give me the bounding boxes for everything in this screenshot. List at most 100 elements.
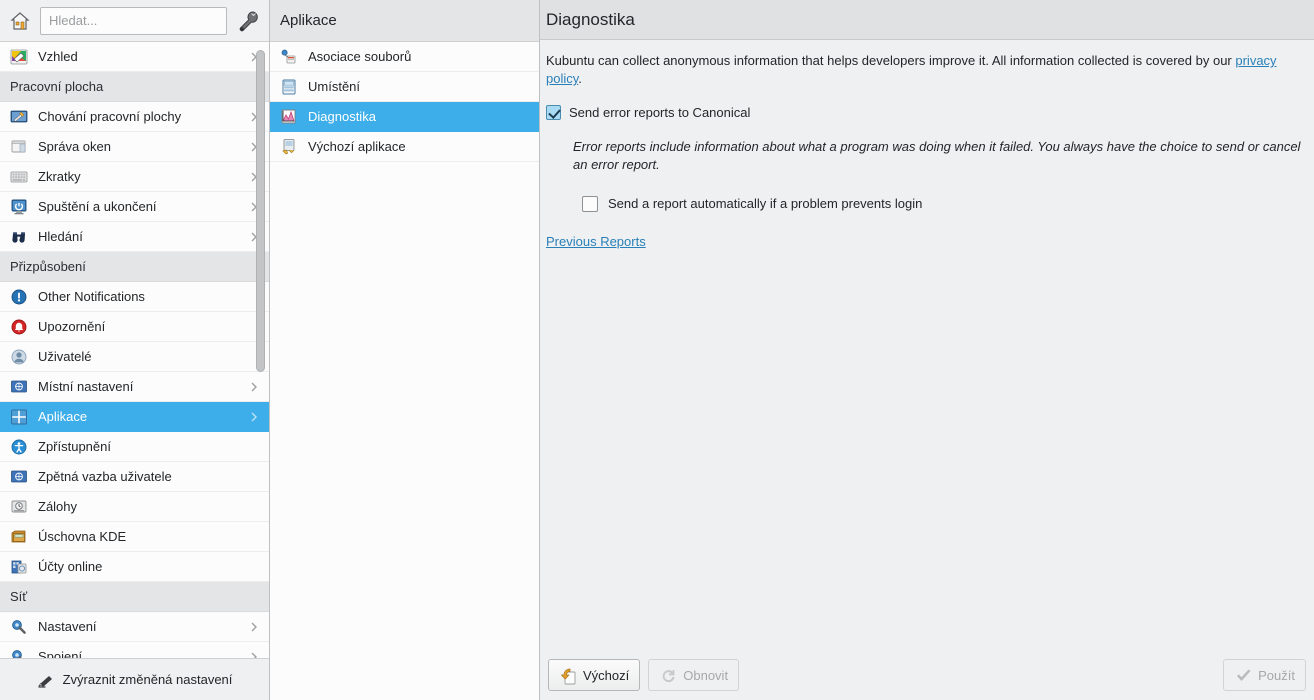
sidebar-item-vzhled[interactable]: Vzhled <box>0 42 269 72</box>
sidebar-item-label: Spuštění a ukončení <box>38 199 157 214</box>
sidebar-item-zpristupneni[interactable]: Zpřístupnění <box>0 432 269 462</box>
search-box[interactable] <box>40 6 227 35</box>
send-error-reports-checkbox[interactable] <box>546 105 561 120</box>
sidebar-item-label: Správa oken <box>38 139 111 154</box>
window-management-icon <box>10 138 28 156</box>
highlight-changed-settings-button[interactable]: Zvýraznit změněná nastavení <box>0 658 269 700</box>
sidebar-item-label: Upozornění <box>38 319 106 334</box>
apply-label: Použít <box>1258 667 1295 683</box>
module-list-panel: Aplikace Asociace souborů Umístění Diagn… <box>270 0 540 700</box>
sidebar-item-uzivatele[interactable]: Uživatelé <box>0 342 269 372</box>
chevron-right-icon <box>247 650 261 658</box>
sidebar-item-spojeni[interactable]: Spojení <box>0 642 269 658</box>
search-input[interactable] <box>49 13 218 28</box>
reset-label: Obnovit <box>683 667 729 683</box>
applications-icon <box>10 408 28 426</box>
module-item-label: Diagnostika <box>308 109 376 124</box>
module-list: Asociace souborů Umístění Diagnostika Vý… <box>270 42 539 700</box>
sidebar-item-label: Chování pracovní plochy <box>38 109 182 124</box>
sidebar-section-prizpusobeni: Přizpůsobení <box>0 252 269 282</box>
auto-report-checkbox[interactable] <box>582 195 598 212</box>
module-item-asociace-souboru[interactable]: Asociace souborů <box>270 42 539 72</box>
main-content: Kubuntu can collect anonymous informatio… <box>540 40 1314 650</box>
file-associations-icon <box>280 48 298 66</box>
sidebar-item-label: Zpětná vazba uživatele <box>38 469 172 484</box>
sidebar-item-spusteni-a-ukonceni[interactable]: Spuštění a ukončení <box>0 192 269 222</box>
appearance-icon <box>10 48 28 66</box>
previous-reports-link[interactable]: Previous Reports <box>546 234 646 249</box>
pencil-icon <box>37 671 55 689</box>
module-item-vychozi-aplikace[interactable]: Výchozí aplikace <box>270 132 539 162</box>
module-item-label: Výchozí aplikace <box>308 139 406 154</box>
sidebar-item-hledani[interactable]: Hledání <box>0 222 269 252</box>
network-connections-icon <box>10 648 28 658</box>
notifications-icon <box>10 288 28 306</box>
user-feedback-icon <box>10 468 28 486</box>
wrench-icon[interactable] <box>233 6 263 36</box>
sidebar-item-label: Účty online <box>38 559 103 574</box>
default-applications-icon <box>280 138 298 156</box>
error-reports-description: Error reports include information about … <box>573 139 1301 172</box>
network-settings-icon <box>10 618 28 636</box>
module-item-label: Umístění <box>308 79 361 94</box>
sidebar-scrollbar[interactable] <box>256 50 265 372</box>
sidebar-item-zalohy[interactable]: Zálohy <box>0 492 269 522</box>
sidebar-item-label: Spojení <box>38 649 83 658</box>
sidebar-item-uschovna-kde[interactable]: Úschovna KDE <box>0 522 269 552</box>
defaults-label: Výchozí <box>583 667 630 683</box>
intro-text: Kubuntu can collect anonymous informatio… <box>546 53 1236 68</box>
kde-wallet-icon <box>10 528 28 546</box>
sidebar-item-sprava-oken[interactable]: Správa oken <box>0 132 269 162</box>
sidebar-item-upozorneni[interactable]: Upozornění <box>0 312 269 342</box>
auto-report-row[interactable]: Send a report automatically if a problem… <box>582 195 1304 212</box>
backups-icon <box>10 498 28 516</box>
sidebar-item-aplikace[interactable]: Aplikace <box>0 402 269 432</box>
module-item-label: Asociace souborů <box>308 49 412 64</box>
send-error-reports-row[interactable]: Send error reports to Canonical <box>546 104 1304 121</box>
sidebar-item-label: Aplikace <box>38 409 88 424</box>
module-item-umisteni[interactable]: Umístění <box>270 72 539 102</box>
shortcuts-icon <box>10 168 28 186</box>
intro-paragraph: Kubuntu can collect anonymous informatio… <box>546 52 1304 88</box>
module-item-diagnostika[interactable]: Diagnostika <box>270 102 539 132</box>
defaults-button[interactable]: Výchozí <box>548 659 641 691</box>
auto-report-label: Send a report automatically if a problem… <box>608 196 923 211</box>
sidebar-item-label: Hledání <box>38 229 83 244</box>
sidebar-toolbar <box>0 0 269 42</box>
sidebar-section-sit: Síť <box>0 582 269 612</box>
search-binoculars-icon <box>10 228 28 246</box>
apply-button[interactable]: Použít <box>1223 659 1306 691</box>
locations-icon <box>280 78 298 96</box>
sidebar-item-zkratky[interactable]: Zkratky <box>0 162 269 192</box>
online-accounts-icon <box>10 558 28 576</box>
sidebar-item-nastaveni[interactable]: Nastavení <box>0 612 269 642</box>
module-list-title-label: Aplikace <box>280 12 337 29</box>
sidebar-item-label: Zkratky <box>38 169 81 184</box>
sidebar-item-other-notifications[interactable]: Other Notifications <box>0 282 269 312</box>
sidebar-list: Vzhled Pracovní plocha Chování pracovní … <box>0 42 269 658</box>
reset-icon <box>659 666 677 684</box>
sidebar-item-ucty-online[interactable]: Účty online <box>0 552 269 582</box>
sidebar-section-label: Pracovní plocha <box>10 79 104 94</box>
sidebar-item-mistni-nastaveni[interactable]: Místní nastavení <box>0 372 269 402</box>
locale-flag-icon <box>10 378 28 396</box>
alert-bell-icon <box>10 318 28 336</box>
reset-button[interactable]: Obnovit <box>648 659 740 691</box>
sidebar-section-label: Síť <box>10 589 28 604</box>
diagnostics-icon <box>280 108 298 126</box>
chevron-right-icon <box>247 380 261 394</box>
sidebar-item-zpetna-vazba-uzivatele[interactable]: Zpětná vazba uživatele <box>0 462 269 492</box>
sidebar-section-label: Přizpůsobení <box>10 259 86 274</box>
accessibility-icon <box>10 438 28 456</box>
sidebar-item-label: Nastavení <box>38 619 97 634</box>
system-settings-window: Vzhled Pracovní plocha Cho <box>0 0 1314 700</box>
home-icon[interactable] <box>6 7 34 35</box>
chevron-right-icon <box>247 410 261 424</box>
main-footer: Výchozí Obnovit Použít <box>540 650 1314 700</box>
chevron-right-icon <box>247 620 261 634</box>
module-list-title: Aplikace <box>270 0 539 42</box>
sidebar-item-label: Other Notifications <box>38 289 145 304</box>
sidebar-item-chovani-pracovni-plochy[interactable]: Chování pracovní plochy <box>0 102 269 132</box>
sidebar-section-pracovni-plocha: Pracovní plocha <box>0 72 269 102</box>
sidebar-item-label: Úschovna KDE <box>38 529 127 544</box>
